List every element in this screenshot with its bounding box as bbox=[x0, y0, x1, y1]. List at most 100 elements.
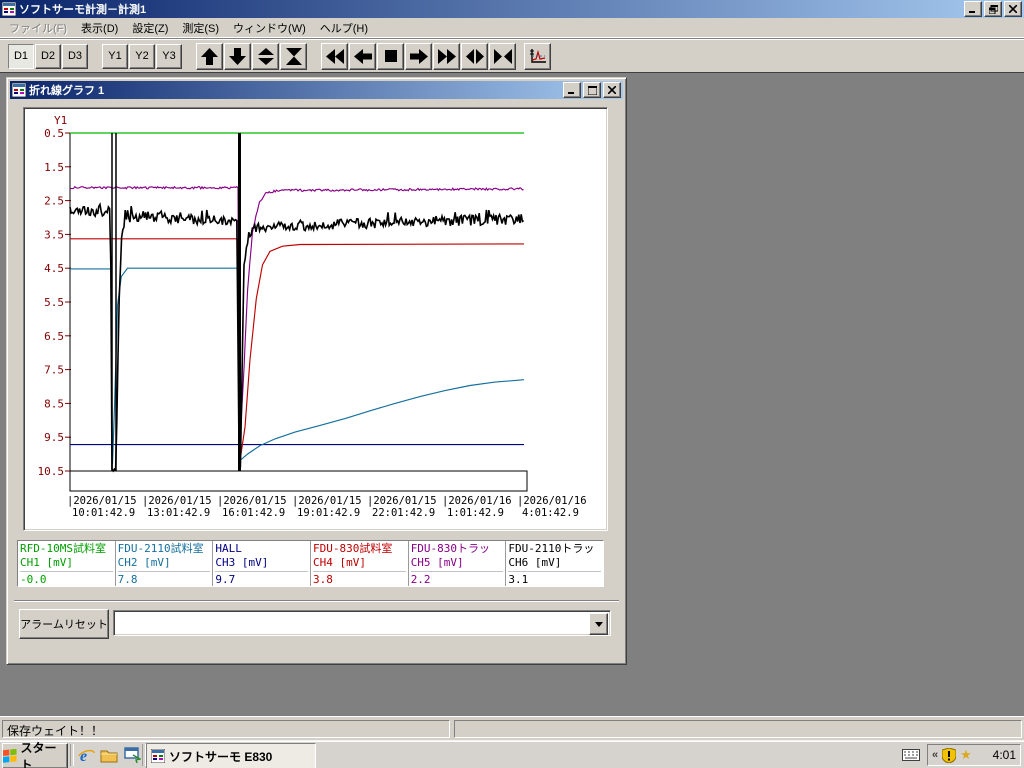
restore-icon bbox=[988, 4, 998, 14]
graph-view-button[interactable] bbox=[524, 42, 551, 70]
task-icon bbox=[151, 749, 165, 763]
channel-value: 2.2 bbox=[410, 571, 504, 586]
toolbar-d3-button[interactable]: D3 bbox=[62, 43, 88, 69]
channel-label: CH2 [mV] bbox=[117, 556, 171, 569]
quicklaunch-desktop-icon[interactable] bbox=[122, 745, 142, 765]
menu-bar: ファイル(F) 表示(D) 設定(Z) 測定(S) ウィンドウ(W) ヘルプ(H… bbox=[0, 18, 1024, 38]
svg-text:4:01:42.9: 4:01:42.9 bbox=[522, 507, 579, 519]
triangles-outward-icon bbox=[465, 48, 484, 64]
svg-text:13:01:42.9: 13:01:42.9 bbox=[147, 507, 210, 519]
rewind-button[interactable] bbox=[321, 42, 348, 70]
start-button[interactable]: スタート bbox=[2, 741, 68, 768]
graph-window-titlebar: 折れ線グラフ 1 bbox=[10, 81, 623, 99]
stop-button[interactable] bbox=[377, 42, 404, 70]
main-restore-button[interactable] bbox=[984, 1, 1002, 17]
svg-text:|2026/01/16: |2026/01/16 bbox=[442, 495, 512, 507]
svg-text:9.5: 9.5 bbox=[44, 431, 64, 444]
alarm-combobox-value bbox=[118, 615, 588, 631]
svg-text:6.5: 6.5 bbox=[44, 330, 64, 343]
close-icon bbox=[608, 86, 616, 94]
graph-minimize-button[interactable] bbox=[563, 82, 581, 98]
stop-square-icon bbox=[384, 50, 397, 62]
star-tray-icon[interactable]: ★ bbox=[960, 747, 972, 763]
channel-table: RFD-10MS試料室 CH1 [mV] -0.0 FDU-2110試料室 CH… bbox=[17, 540, 604, 587]
toolbar-y2-button[interactable]: Y2 bbox=[129, 43, 155, 69]
menu-window[interactable]: ウィンドウ(W) bbox=[226, 18, 313, 38]
fit-vertical-button[interactable] bbox=[252, 42, 279, 70]
menu-measure[interactable]: 測定(S) bbox=[175, 18, 226, 38]
alarm-reset-button[interactable]: アラームリセット bbox=[19, 609, 109, 639]
svg-text:19:01:42.9: 19:01:42.9 bbox=[297, 507, 360, 519]
scroll-down-button[interactable] bbox=[224, 42, 251, 70]
svg-text:7.5: 7.5 bbox=[44, 364, 64, 377]
task-button-softthermo[interactable]: ソフトサーモ E830 bbox=[146, 743, 316, 768]
svg-text:10.5: 10.5 bbox=[38, 465, 65, 478]
graph-maximize-button[interactable] bbox=[583, 82, 601, 98]
main-window-title: ソフトサーモ計測－計測1 bbox=[19, 4, 147, 16]
channel-value: 7.8 bbox=[117, 571, 211, 586]
channel-cell-ch5: FDU-830トラッ CH5 [mV] 2.2 bbox=[409, 541, 507, 586]
main-minimize-button[interactable] bbox=[964, 1, 982, 17]
system-tray: « ★ 4:01 bbox=[927, 744, 1021, 766]
svg-text:|2026/01/15: |2026/01/15 bbox=[217, 495, 287, 507]
status-message-panel: 保存ウェイト！！ bbox=[2, 720, 450, 738]
line-chart-panel: Y1 0.5 1.5 2.5 3.5 4.5 5.5 6.5 7.5 8.5 9.5 10.5 |202… bbox=[23, 107, 608, 531]
tray-collapse-icon[interactable]: « bbox=[932, 749, 938, 761]
scroll-up-button[interactable] bbox=[196, 42, 223, 70]
minimize-icon bbox=[969, 11, 975, 13]
keyboard-tray-icon[interactable] bbox=[902, 749, 920, 761]
step-right-button[interactable] bbox=[405, 42, 432, 70]
menu-file[interactable]: ファイル(F) bbox=[2, 18, 74, 38]
channel-label: CH6 [mV] bbox=[508, 556, 562, 569]
double-right-triangles-icon bbox=[437, 48, 456, 64]
main-close-button[interactable] bbox=[1004, 1, 1022, 17]
svg-text:22:01:42.9: 22:01:42.9 bbox=[372, 507, 435, 519]
toolbar-d2-button[interactable]: D2 bbox=[35, 43, 61, 69]
toolbar-y3-button[interactable]: Y3 bbox=[156, 43, 182, 69]
channel-label: CH1 [mV] bbox=[20, 556, 73, 569]
sensor-name: FDU-830トラッ bbox=[410, 542, 491, 555]
expand-horizontal-button[interactable] bbox=[461, 42, 488, 70]
security-shield-icon[interactable] bbox=[942, 747, 957, 763]
forward-button[interactable] bbox=[433, 42, 460, 70]
menu-settings[interactable]: 設定(Z) bbox=[125, 18, 175, 38]
channel-value: 3.1 bbox=[508, 571, 602, 586]
arrow-left-icon bbox=[353, 48, 372, 64]
step-left-button[interactable] bbox=[349, 42, 376, 70]
channel-label: CH4 [mV] bbox=[313, 556, 366, 569]
sensor-name: RFD-10MS試料室 bbox=[20, 542, 106, 555]
graph-window-client: Y1 0.5 1.5 2.5 3.5 4.5 5.5 6.5 7.5 8.5 9.5 10.5 |202… bbox=[10, 99, 623, 661]
svg-text:8.5: 8.5 bbox=[44, 397, 64, 410]
alarm-combobox[interactable] bbox=[113, 610, 611, 636]
svg-text:1.5: 1.5 bbox=[44, 161, 64, 174]
shrink-horizontal-button[interactable] bbox=[489, 42, 516, 70]
double-left-triangles-icon bbox=[325, 48, 344, 64]
svg-text:4.5: 4.5 bbox=[44, 262, 64, 275]
toolbar-d1-button[interactable]: D1 bbox=[8, 43, 34, 69]
svg-text:5.5: 5.5 bbox=[44, 296, 64, 309]
hourglass-triangles-icon bbox=[285, 47, 302, 65]
close-icon bbox=[1009, 5, 1017, 13]
channel-cell-ch6: FDU-2110トラッ CH6 [mV] 3.1 bbox=[506, 541, 603, 586]
menu-help[interactable]: ヘルプ(H) bbox=[313, 18, 375, 38]
svg-text:Y1: Y1 bbox=[54, 114, 67, 127]
clamp-vertical-button[interactable] bbox=[280, 42, 307, 70]
arrow-down-icon bbox=[229, 47, 246, 65]
maximize-icon bbox=[587, 85, 597, 95]
combobox-dropdown-button[interactable] bbox=[589, 613, 608, 635]
status-text: 保存ウェイト！！ bbox=[7, 724, 104, 738]
arrow-up-icon bbox=[201, 47, 218, 65]
menu-view[interactable]: 表示(D) bbox=[74, 18, 125, 38]
quicklaunch-ie-icon[interactable]: e bbox=[76, 745, 96, 765]
chevron-down-icon bbox=[594, 621, 603, 627]
svg-text:1:01:42.9: 1:01:42.9 bbox=[447, 507, 504, 519]
svg-text:0.5: 0.5 bbox=[44, 127, 64, 140]
toolbar-y1-button[interactable]: Y1 bbox=[102, 43, 128, 69]
chart-icon bbox=[529, 48, 546, 63]
up-down-triangles-icon bbox=[257, 47, 274, 65]
channel-cell-ch2: FDU-2110試料室 CH2 [mV] 7.8 bbox=[116, 541, 214, 586]
toolbar: D1 D2 D3 Y1 Y2 Y3 bbox=[0, 38, 1024, 73]
quicklaunch-folder-icon[interactable] bbox=[99, 745, 119, 765]
svg-text:|2026/01/15: |2026/01/15 bbox=[67, 495, 137, 507]
graph-close-button[interactable] bbox=[603, 82, 621, 98]
